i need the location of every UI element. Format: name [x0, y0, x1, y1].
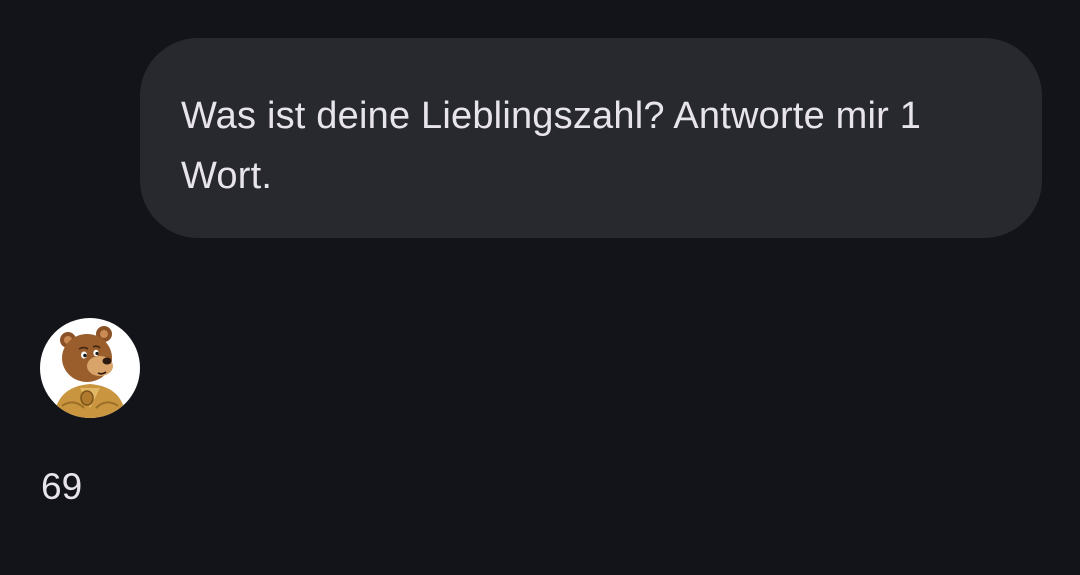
chat-view: Was ist deine Lieblingszahl? Antworte mi…	[0, 0, 1080, 575]
assistant-reply-text: 69	[41, 466, 83, 507]
user-message-text: Was ist deine Lieblingszahl? Antworte mi…	[181, 95, 922, 197]
assistant-avatar	[40, 318, 140, 418]
bear-avatar-icon	[54, 326, 126, 418]
user-message-bubble: Was ist deine Lieblingszahl? Antworte mi…	[140, 38, 1042, 238]
